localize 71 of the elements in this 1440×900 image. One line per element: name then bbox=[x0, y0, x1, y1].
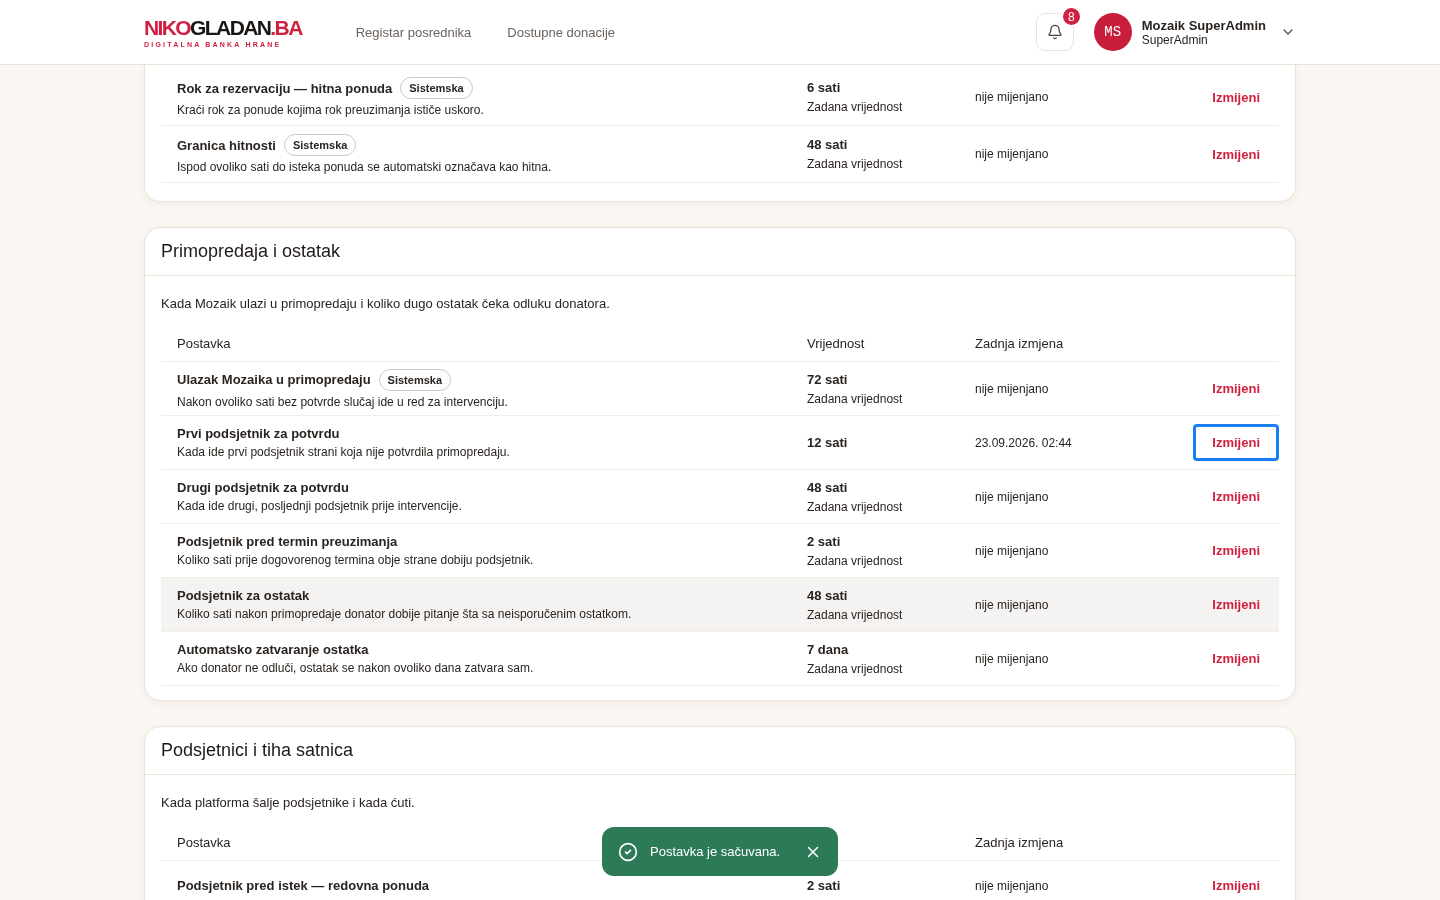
edit-link[interactable]: Izmijeni bbox=[1193, 586, 1279, 623]
setting-name: Prvi podsjetnik za potvrdu bbox=[177, 426, 340, 441]
setting-description: Kada ide prvi podsjetnik strani koja nije potvrdila primopredaju. bbox=[177, 445, 511, 459]
user-avatar[interactable]: MS bbox=[1093, 13, 1132, 51]
last-change: nije mijenjano bbox=[975, 90, 1050, 104]
setting-value: 72 sati bbox=[807, 371, 849, 387]
edit-link[interactable]: Izmijeni bbox=[1193, 424, 1279, 461]
column-header: Vrijednost bbox=[807, 336, 865, 351]
setting-name: Automatsko zatvaranje ostatka bbox=[177, 642, 369, 657]
nav-link[interactable]: Registar posrednika bbox=[355, 24, 472, 40]
setting-name: Ulazak Mozaika u primopredaju bbox=[177, 372, 371, 387]
last-change: nije mijenjano bbox=[975, 651, 1050, 666]
setting-value: 6 sati bbox=[807, 80, 842, 95]
edit-link[interactable]: Izmijeni bbox=[1193, 478, 1279, 515]
notification-count: 8 bbox=[1060, 6, 1082, 27]
value-note: Zadana vrijednost bbox=[807, 157, 904, 171]
last-change: nije mijenjano bbox=[975, 147, 1050, 161]
setting-description: Koliko sati nakon primopredaje donator dobije pitanje šta sa neisporučenim ostatkom. bbox=[177, 607, 633, 621]
column-header: Zadnja izmjena bbox=[975, 835, 1064, 850]
edit-link[interactable]: Izmijeni bbox=[1193, 867, 1279, 900]
setting-value: 48 sati bbox=[807, 587, 849, 603]
last-change: nije mijenjano bbox=[975, 543, 1050, 558]
last-change: nije mijenjano bbox=[975, 878, 1050, 893]
setting-name: Podsjetnik za ostatak bbox=[177, 588, 310, 603]
last-change: 23.09.2026. 02:44 bbox=[975, 435, 1073, 450]
value-note: Zadana vrijednost bbox=[807, 553, 904, 568]
setting-value: 2 sati bbox=[807, 878, 842, 893]
setting-description: Kada ide drugi, posljednji podsjetnik prije intervencije. bbox=[177, 499, 463, 513]
last-change: nije mijenjano bbox=[975, 381, 1050, 396]
setting-name: Rok za rezervaciju — hitna ponuda bbox=[177, 80, 393, 96]
setting-value: 12 sati bbox=[807, 435, 849, 450]
column-header: Postavka bbox=[177, 835, 231, 850]
setting-value: 48 sati bbox=[807, 479, 849, 495]
value-note: Zadana vrijednost bbox=[807, 391, 904, 406]
column-header: Zadnja izmjena bbox=[975, 336, 1064, 351]
setting-description: Ako donator ne odluči, ostatak se nakon ovoliko dana zatvara sam. bbox=[177, 661, 535, 675]
section-title: Podsjetnici i tiha satnica bbox=[145, 727, 1295, 775]
value-note: Zadana vrijednost bbox=[807, 661, 904, 676]
toast-message: Postavka je sačuvana. bbox=[650, 844, 782, 859]
edit-link[interactable]: Izmijeni bbox=[1193, 532, 1279, 569]
user-name: Mozaik SuperAdmin bbox=[1141, 17, 1266, 33]
section-title: Primopredaja i ostatak bbox=[145, 228, 1295, 276]
setting-name: Drugi podsjetnik za potvrdu bbox=[177, 480, 349, 495]
section-description: Kada Mozaik ulazi u primopredaju i koliko dugo ostatak čeka odluku donatora. bbox=[161, 296, 611, 311]
setting-description: Ispod ovoliko sati do isteka ponuda se automatski označava kao hitna. bbox=[177, 160, 553, 174]
nav-link[interactable]: Dostupne donacije bbox=[507, 24, 616, 40]
value-note: Zadana vrijednost bbox=[807, 607, 904, 622]
user-role: SuperAdmin bbox=[1141, 32, 1208, 47]
setting-name: Granica hitnosti bbox=[177, 137, 276, 153]
setting-value: 7 dana bbox=[807, 641, 850, 657]
edit-link[interactable]: Izmijeni bbox=[1193, 78, 1279, 116]
setting-value: 48 sati bbox=[807, 137, 849, 152]
value-note: Zadana vrijednost bbox=[807, 499, 904, 514]
setting-value: 2 sati bbox=[807, 533, 842, 549]
edit-link[interactable]: Izmijeni bbox=[1193, 370, 1279, 407]
value-note: Zadana vrijednost bbox=[807, 100, 904, 114]
notifications-button[interactable] bbox=[1035, 13, 1074, 51]
last-change: nije mijenjano bbox=[975, 597, 1050, 612]
column-header: Postavka bbox=[177, 336, 231, 351]
setting-description: Koliko sati prije dogovorenog termina obje strane dobiju podsjetnik. bbox=[177, 553, 535, 567]
bell-icon bbox=[1046, 24, 1063, 40]
setting-description: Kraći rok za ponude kojima rok preuzimanja ističe uskoro. bbox=[177, 103, 485, 117]
setting-description: Nakon ovoliko sati bez potvrde slučaj ide u red za intervenciju. bbox=[177, 394, 509, 409]
last-change: nije mijenjano bbox=[975, 489, 1050, 504]
check-icon bbox=[618, 841, 638, 862]
logo-wordmark: NIKOGLADAN.BA bbox=[144, 15, 302, 40]
setting-name: Podsjetnik pred istek — redovna ponuda bbox=[177, 878, 430, 893]
section-description: Kada platforma šalje podsjetnike i kada ćuti. bbox=[161, 795, 416, 810]
edit-link[interactable]: Izmijeni bbox=[1193, 135, 1279, 173]
setting-name: Podsjetnik pred termin preuzimanja bbox=[177, 534, 398, 549]
edit-link[interactable]: Izmijeni bbox=[1193, 640, 1279, 677]
